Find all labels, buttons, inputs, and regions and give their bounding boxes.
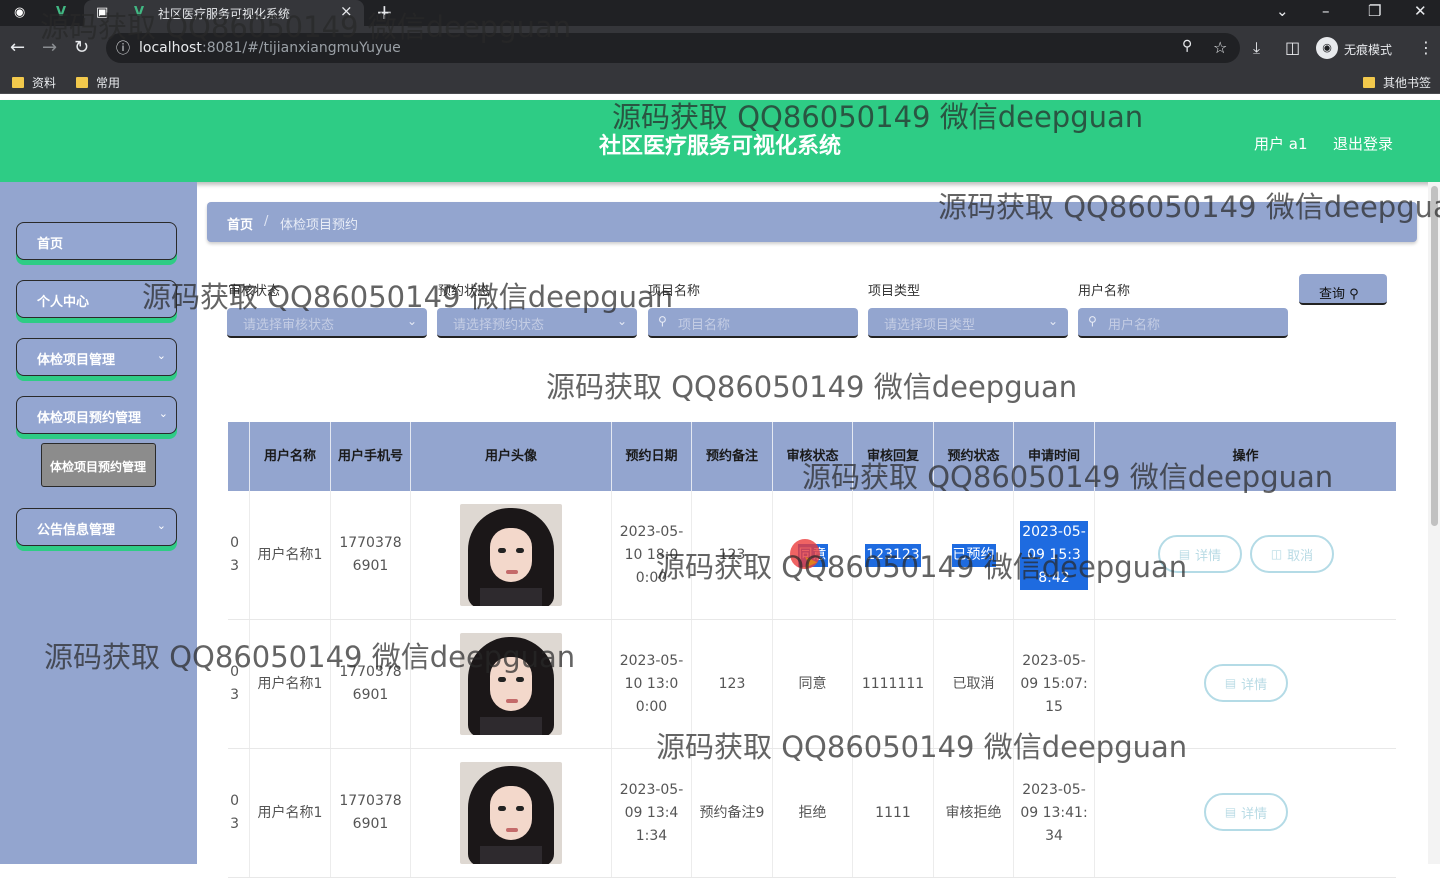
browser-menu-icon[interactable]: ⋮ bbox=[1418, 38, 1434, 57]
incognito-badge[interactable]: ◉ 无痕模式 bbox=[1316, 37, 1406, 59]
cell-user-name: 用户名称1 bbox=[250, 749, 331, 877]
document-icon: ▤ bbox=[1224, 805, 1237, 819]
chevron-down-icon: ⌄ bbox=[1047, 314, 1058, 328]
detail-button[interactable]: ▤ 详情 bbox=[1204, 664, 1288, 702]
cell-user-name: 用户名称1 bbox=[250, 491, 331, 619]
scrollbar-thumb[interactable] bbox=[1431, 186, 1438, 526]
incognito-label: 无痕模式 bbox=[1344, 43, 1393, 57]
cell-user-phone: 17703786901 bbox=[331, 491, 411, 619]
cell-date: 2023-05-09 13:41:34 bbox=[612, 749, 692, 877]
bookmarks-bar: 资料 常用 其他书签 bbox=[0, 70, 1440, 94]
chevron-down-icon: ⌄ bbox=[156, 349, 166, 362]
search-icon: ⚲ bbox=[1349, 287, 1359, 302]
watermark: 源码获取 QQ86050149 微信deepguan bbox=[802, 460, 1334, 494]
close-window-icon[interactable]: ✕ bbox=[1414, 2, 1427, 20]
cell-avatar bbox=[411, 749, 612, 877]
cell-index: 0 3 bbox=[228, 491, 250, 619]
document-icon: ▤ bbox=[1224, 676, 1237, 690]
key-icon[interactable]: ⚲ bbox=[1182, 38, 1192, 54]
item-type-select[interactable]: 请选择项目类型 ⌄ bbox=[868, 308, 1068, 338]
watermark: 源码获取 QQ86050149 微信deepguan bbox=[656, 730, 1188, 764]
query-button[interactable]: 查询 ⚲ bbox=[1299, 274, 1387, 305]
minimize-icon[interactable]: – bbox=[1322, 2, 1330, 20]
th-user-phone: 用户手机号 bbox=[331, 422, 411, 491]
avatar bbox=[460, 762, 562, 864]
sidebar-item-home[interactable]: 首页 bbox=[16, 222, 177, 260]
search-icon: ⚲ bbox=[1088, 314, 1097, 328]
watermark: 源码获取 QQ86050149 微信deepguan bbox=[546, 370, 1078, 404]
chevron-down-icon: ⌄ bbox=[156, 519, 166, 532]
other-bookmarks[interactable]: 其他书签 bbox=[1363, 74, 1431, 91]
th-user-name: 用户名称 bbox=[250, 422, 331, 491]
breadcrumb-current: 体检项目预约 bbox=[280, 218, 359, 233]
folder-icon bbox=[1363, 77, 1375, 88]
folder-icon bbox=[12, 77, 24, 88]
restore-icon[interactable]: ❐ bbox=[1368, 2, 1381, 20]
th-index bbox=[228, 422, 250, 491]
item-name-input[interactable]: ⚲ 项目名称 bbox=[648, 308, 858, 338]
cell-booking-status: 审核拒绝 bbox=[934, 749, 1014, 877]
logout-link[interactable]: 退出登录 bbox=[1333, 133, 1393, 154]
bookmark-star-icon[interactable]: ☆ bbox=[1213, 38, 1227, 57]
th-date: 预约日期 bbox=[612, 422, 692, 491]
cancel-button[interactable]: ◫ 取消 bbox=[1250, 535, 1334, 573]
watermark: 源码获取 QQ86050149 微信deepguan bbox=[612, 100, 1144, 134]
chevron-down-icon: ⌄ bbox=[406, 314, 417, 328]
watermark: 源码获取 QQ86050149 微信deepguan bbox=[44, 640, 576, 674]
current-user[interactable]: 用户 a1 bbox=[1254, 133, 1308, 154]
sidebar-item-checkup-booking[interactable]: 体检项目预约管理 ⌄ bbox=[16, 396, 177, 434]
download-icon[interactable]: ⤓ bbox=[1253, 38, 1260, 58]
back-icon[interactable]: ← bbox=[10, 37, 25, 58]
bookmark-folder-2[interactable]: 常用 bbox=[76, 74, 120, 91]
avatar bbox=[460, 504, 562, 606]
watermark: 源码获取 QQ86050149 微信deepguan bbox=[40, 10, 572, 44]
watermark: 源码获取 QQ86050149 微信deepguan bbox=[938, 190, 1440, 224]
submenu-item-checkup-booking[interactable]: 体检项目预约管理 bbox=[41, 443, 156, 487]
watermark: 源码获取 QQ86050149 微信deepguan bbox=[142, 280, 674, 314]
table-row: 0 3 用户名称1 17703786901 2023-05-09 13:41:3… bbox=[228, 749, 1396, 878]
folder-icon bbox=[76, 77, 88, 88]
bookmark-folder-1[interactable]: 资料 bbox=[12, 74, 56, 91]
detail-button[interactable]: ▤ 详情 bbox=[1204, 793, 1288, 831]
search-icon: ⚲ bbox=[658, 314, 667, 328]
cell-audit-reply: 1111 bbox=[853, 749, 934, 877]
item-type-label: 项目类型 bbox=[868, 284, 921, 299]
cell-remark: 预约备注9 bbox=[692, 749, 773, 877]
sidebar-item-checkup-items[interactable]: 体检项目管理 ⌄ bbox=[16, 338, 177, 376]
side-panel-icon[interactable]: ◫ bbox=[1285, 38, 1300, 57]
cell-user-phone: 17703786901 bbox=[331, 749, 411, 877]
user-name-label: 用户名称 bbox=[1078, 284, 1131, 299]
breadcrumb-separator: / bbox=[264, 214, 269, 229]
cell-audit-status: 拒绝 bbox=[773, 749, 853, 877]
incognito-icon: ◉ bbox=[1316, 37, 1338, 59]
browser-logo-icon: ◉ bbox=[14, 5, 26, 20]
th-remark: 预约备注 bbox=[692, 422, 773, 491]
trash-icon: ◫ bbox=[1270, 547, 1283, 561]
sidebar-item-notices[interactable]: 公告信息管理 ⌄ bbox=[16, 508, 177, 546]
user-name-input[interactable]: ⚲ 用户名称 bbox=[1078, 308, 1288, 338]
chevron-down-icon: ⌄ bbox=[616, 314, 627, 328]
th-avatar: 用户头像 bbox=[411, 422, 612, 491]
cell-avatar bbox=[411, 491, 612, 619]
chevron-down-icon: ⌄ bbox=[158, 407, 168, 420]
cell-index: 0 3 bbox=[228, 749, 250, 877]
cell-apply-time: 2023-05-09 13:41:34 bbox=[1014, 749, 1095, 877]
breadcrumb-home[interactable]: 首页 bbox=[227, 214, 253, 233]
tab-search-icon[interactable]: ⌄ bbox=[1276, 2, 1289, 20]
watermark: 源码获取 QQ86050149 微信deepguan bbox=[656, 550, 1188, 584]
